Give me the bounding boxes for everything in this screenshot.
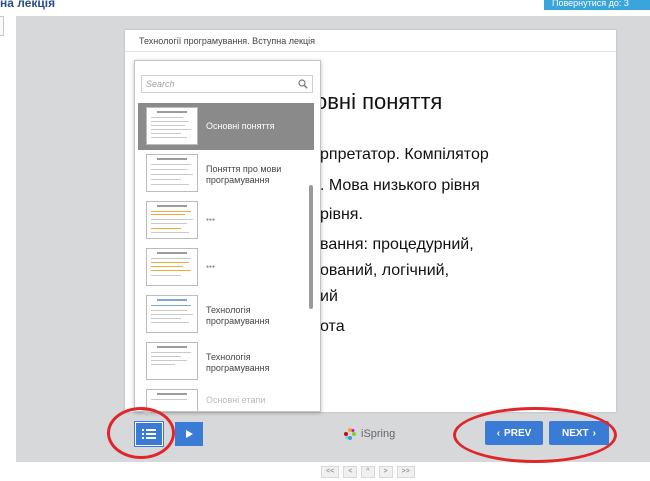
slide-thumbnail bbox=[146, 248, 198, 286]
previous-page-button[interactable]: < bbox=[343, 466, 358, 478]
outline-item-label: Основні поняття bbox=[206, 121, 275, 131]
annotation-circle-outline bbox=[107, 407, 175, 459]
first-page-button[interactable]: << bbox=[321, 466, 340, 478]
outline-item-3[interactable]: ●●● bbox=[138, 197, 314, 244]
search-icon[interactable] bbox=[298, 79, 308, 89]
outline-panel: Основні поняття Поняття про мови програм… bbox=[134, 60, 321, 412]
outline-item-label: Поняття про мови програмування bbox=[206, 164, 282, 185]
outline-item-6[interactable]: Технологія програмування bbox=[138, 338, 314, 385]
slide-bullet-3: рівня. bbox=[320, 206, 363, 223]
last-page-button[interactable]: >> bbox=[396, 466, 415, 478]
page-title: на лекція bbox=[0, 0, 56, 10]
ispring-logo: iSpring bbox=[343, 426, 395, 442]
return-button[interactable]: Повернутися до: 3 bbox=[544, 0, 650, 10]
outline-search-input[interactable] bbox=[146, 77, 286, 91]
slide-thumbnail bbox=[146, 201, 198, 239]
outline-item-2[interactable]: Поняття про мови програмування bbox=[138, 150, 314, 197]
outline-search-box bbox=[141, 75, 313, 93]
slide-bullet-2: . Мова низького рівня bbox=[320, 177, 480, 194]
slide-thumbnail bbox=[146, 154, 198, 192]
side-toggle[interactable] bbox=[0, 16, 4, 36]
play-button[interactable] bbox=[175, 422, 203, 446]
brand-name: iSpring bbox=[361, 428, 396, 440]
outline-item-placeholder: ●●● bbox=[206, 264, 216, 270]
outline-item-placeholder: ●●● bbox=[206, 217, 216, 223]
outline-item-label: Основні етапи bbox=[206, 395, 266, 405]
annotation-circle-navigation bbox=[453, 407, 617, 463]
slide-bullet-4: вання: процедурний, bbox=[320, 236, 474, 253]
slide-heading: овні поняття bbox=[315, 89, 443, 114]
outline-item-label: Технологія програмування bbox=[206, 305, 270, 326]
outline-item-5[interactable]: Технологія програмування bbox=[138, 291, 314, 338]
lms-page: на лекція Повернутися до: 3 Технології п… bbox=[0, 0, 650, 481]
outline-item-label: Технологія програмування bbox=[206, 352, 270, 373]
slide-bullet-4-cont: ований, логічний, bbox=[320, 262, 450, 279]
outline-item-4[interactable]: ●●● bbox=[138, 244, 314, 291]
slide-bullet-1: рпретатор. Компілятор bbox=[320, 146, 489, 163]
outline-item-1[interactable]: Основні поняття bbox=[138, 103, 314, 150]
slide-bullet-4-end: ий bbox=[320, 288, 338, 305]
slide-thumbnail bbox=[146, 295, 198, 333]
slide-bullet-5: ота bbox=[320, 318, 345, 335]
outline-list: Основні поняття Поняття про мови програм… bbox=[138, 103, 314, 411]
ispring-flower-icon bbox=[344, 428, 356, 440]
page-navigation: << < ^ > >> bbox=[321, 466, 415, 478]
outline-scrollbar[interactable] bbox=[309, 185, 313, 309]
play-icon bbox=[186, 430, 193, 438]
slide-thumbnail bbox=[146, 342, 198, 380]
outline-item-7[interactable]: Основні етапи bbox=[138, 385, 314, 411]
up-page-button[interactable]: ^ bbox=[361, 466, 375, 478]
next-page-button[interactable]: > bbox=[378, 466, 393, 478]
presentation-title: Технології програмування. Вступна лекція bbox=[125, 30, 616, 52]
slide-thumbnail bbox=[146, 107, 198, 145]
